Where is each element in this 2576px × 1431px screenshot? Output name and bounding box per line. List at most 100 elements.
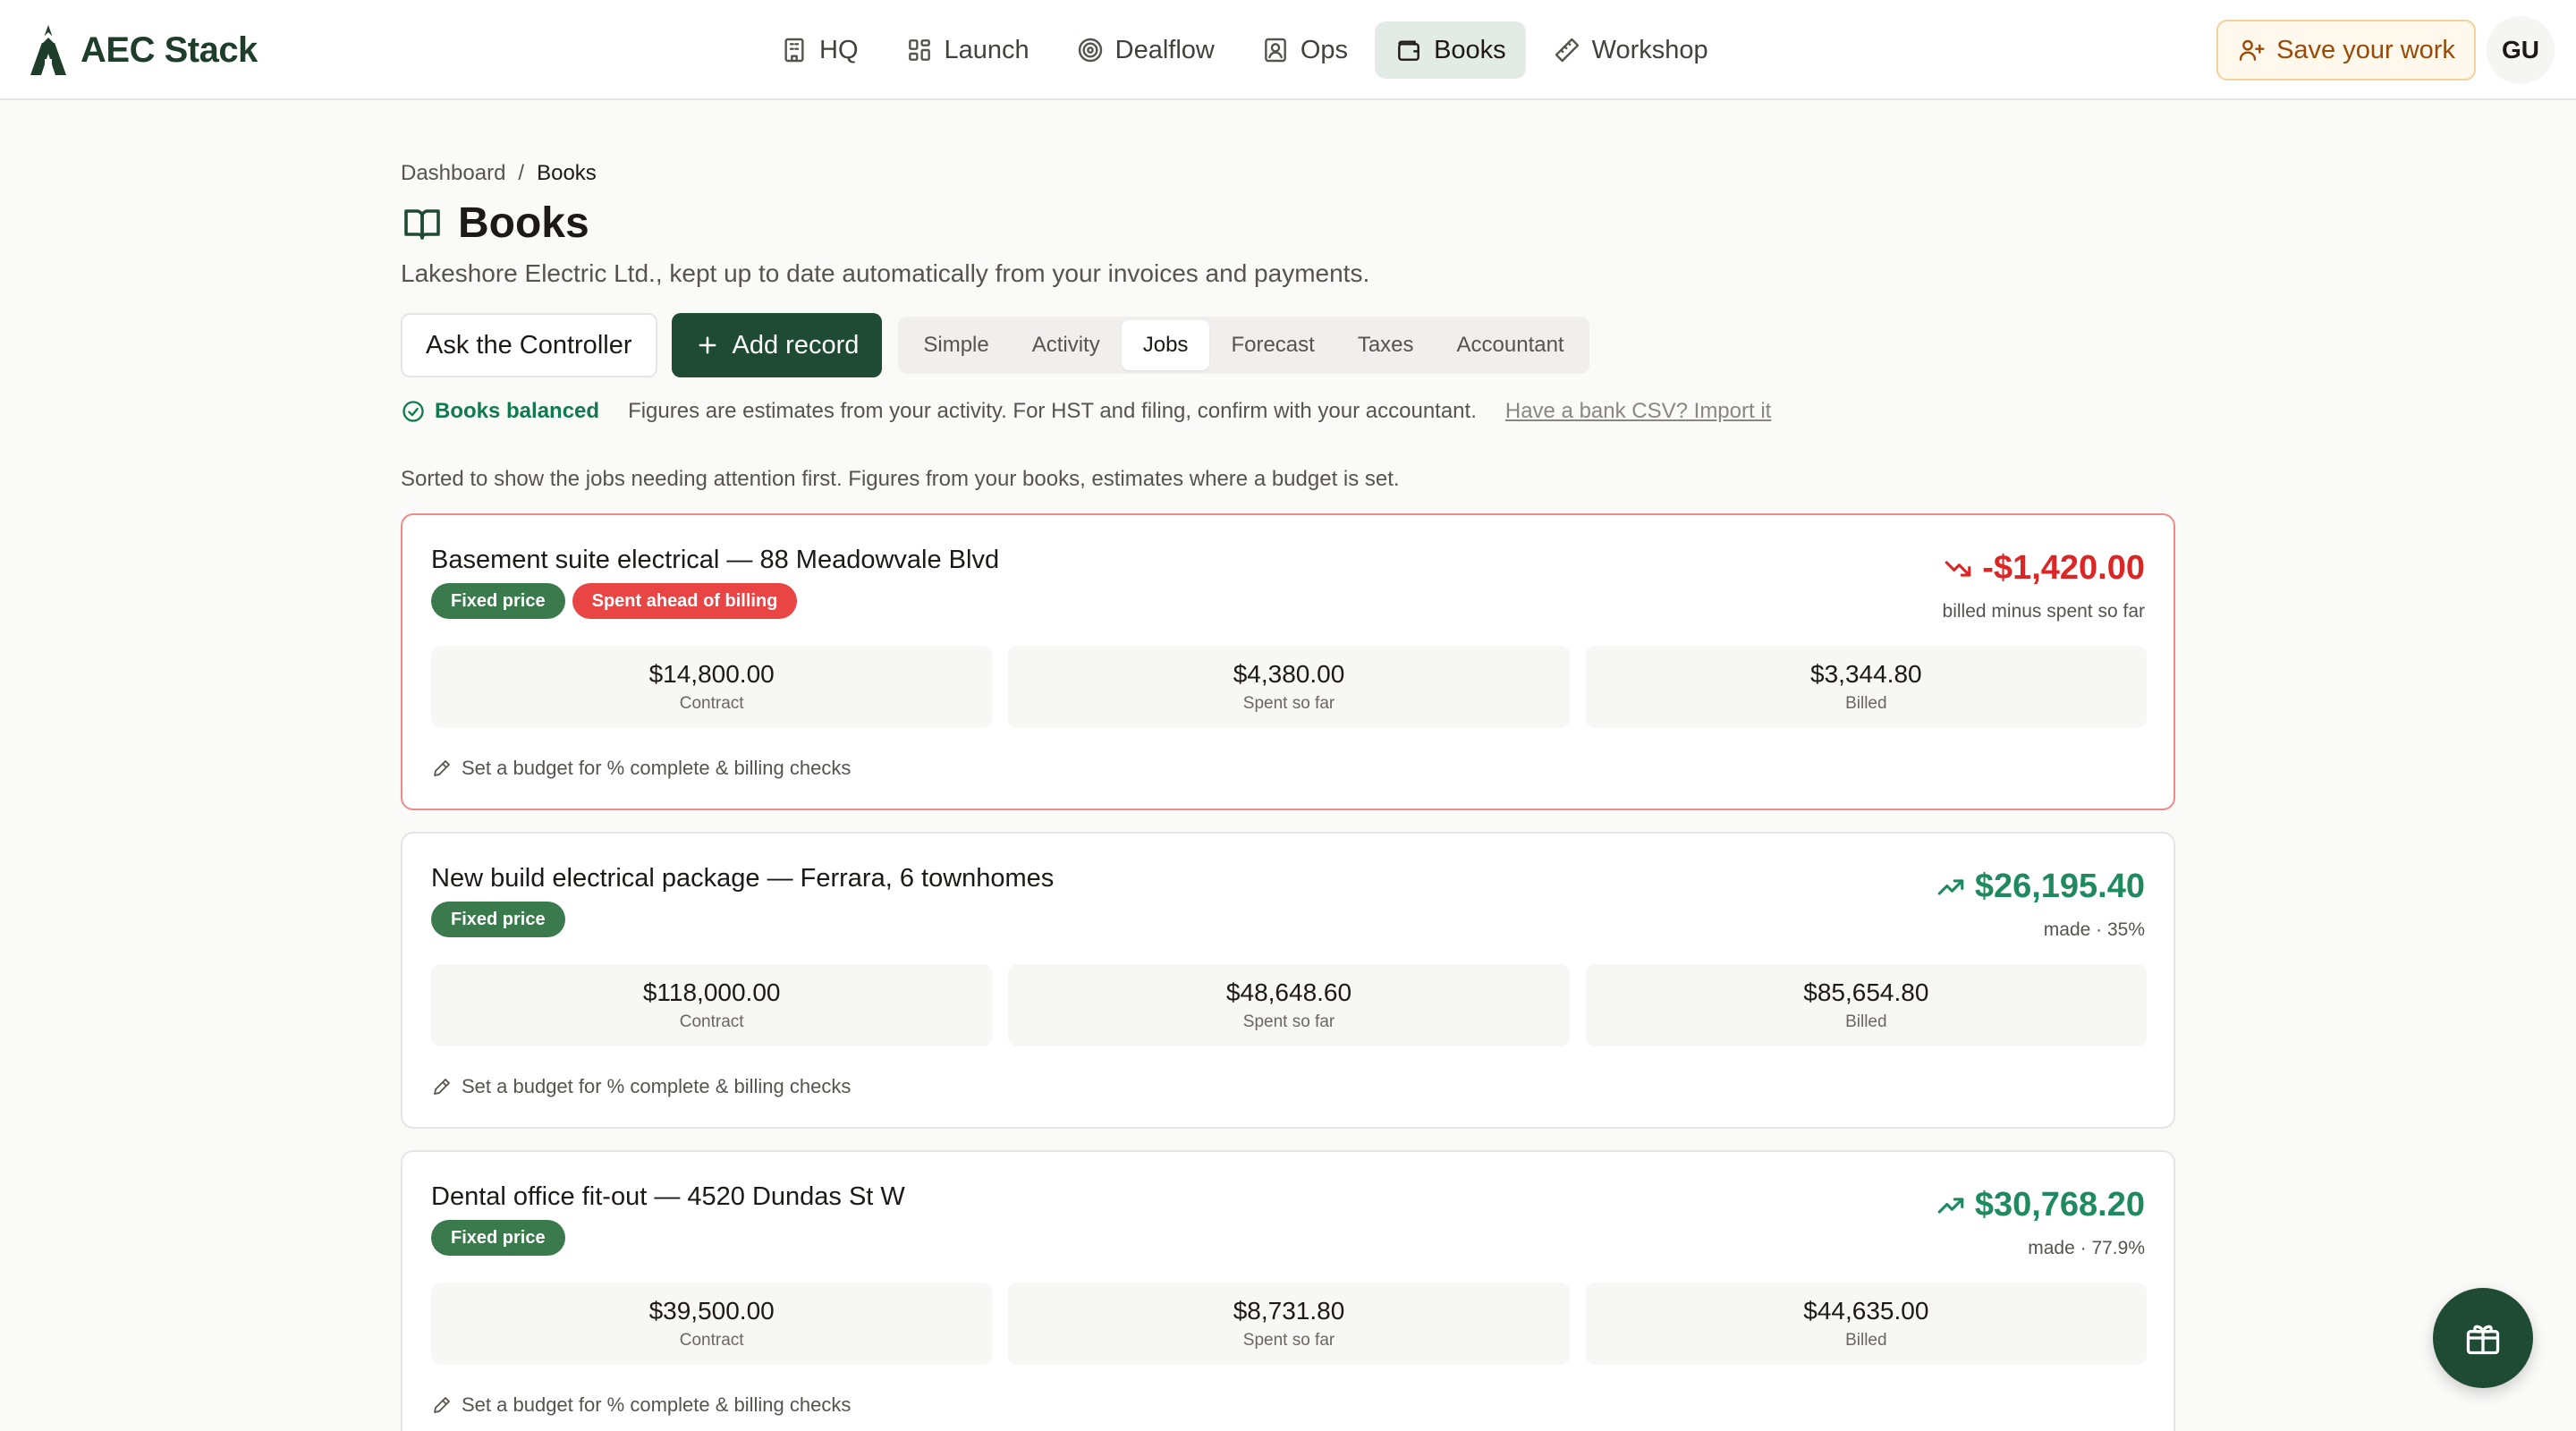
nav-item-hq[interactable]: HQ [760, 21, 878, 79]
building-icon [780, 36, 809, 64]
set-budget-link[interactable]: Set a budget for % complete & billing ch… [431, 757, 851, 780]
balanced-label: Books balanced [435, 399, 600, 423]
spent-value: $4,380.00 [1233, 660, 1345, 688]
profit-value: -$1,420.00 [1982, 549, 2145, 587]
breadcrumb-separator: / [518, 161, 525, 185]
spent-label: Spent so far [1242, 1331, 1335, 1350]
brand[interactable]: AEC Stack [27, 21, 258, 79]
contract-stat: $118,000.00 Contract [431, 964, 993, 1046]
billed-label: Billed [1845, 1012, 1887, 1031]
job-title: New build electrical package — Ferrara, … [431, 864, 1055, 893]
nav-item-ops[interactable]: Ops [1241, 21, 1368, 79]
nav-item-launch[interactable]: Launch [886, 21, 1049, 79]
billed-value: $3,344.80 [1810, 660, 1922, 688]
ruler-icon [1553, 36, 1581, 64]
nav-item-workshop[interactable]: Workshop [1533, 21, 1728, 79]
tab-forecast[interactable]: Forecast [1209, 320, 1335, 370]
tab-activity[interactable]: Activity [1011, 320, 1122, 370]
contract-value: $39,500.00 [648, 1297, 775, 1325]
job-badges: Fixed price [431, 902, 565, 937]
job-card[interactable]: Basement suite electrical — 88 Meadowval… [401, 513, 2175, 810]
set-budget-link[interactable]: Set a budget for % complete & billing ch… [431, 1393, 851, 1417]
main-nav: HQ Launch Dealflow Ops Books Workshop [760, 21, 1728, 79]
user-avatar[interactable]: GU [2487, 16, 2555, 84]
set-budget-label: Set a budget for % complete & billing ch… [462, 757, 852, 779]
check-circle-icon [401, 399, 426, 424]
view-tabs: Simple Activity Jobs Forecast Taxes Acco… [898, 317, 1589, 374]
nav-item-dealflow[interactable]: Dealflow [1056, 21, 1234, 79]
user-plus-icon [2237, 36, 2266, 64]
tab-accountant[interactable]: Accountant [1436, 320, 1586, 370]
nav-item-label: Launch [944, 35, 1030, 64]
save-your-work-button[interactable]: Save your work [2216, 20, 2476, 80]
profit-caption: made · 77.9% [2028, 1238, 2145, 1258]
billed-stat: $85,654.80 Billed [1585, 964, 2147, 1046]
nav-item-label: Ops [1300, 35, 1349, 64]
contract-stat: $14,800.00 Contract [431, 646, 993, 728]
save-button-label: Save your work [2276, 35, 2455, 64]
gift-icon [2463, 1318, 2503, 1358]
import-csv-link[interactable]: Have a bank CSV? Import it [1505, 399, 1771, 424]
job-stats: $14,800.00 Contract $4,380.00 Spent so f… [431, 646, 2147, 728]
spent-label: Spent so far [1242, 1012, 1335, 1031]
tab-jobs[interactable]: Jobs [1121, 320, 1210, 370]
contract-value: $14,800.00 [648, 660, 775, 688]
job-card[interactable]: Dental office fit-out — 4520 Dundas St W… [401, 1150, 2175, 1431]
page-subtitle: Lakeshore Electric Ltd., kept up to date… [401, 259, 1370, 287]
target-icon [1076, 36, 1105, 64]
tab-simple[interactable]: Simple [902, 320, 1010, 370]
add-record-button[interactable]: Add record [671, 313, 883, 377]
plus-icon [695, 333, 720, 358]
pencil-icon [431, 758, 453, 779]
contract-stat: $39,500.00 Contract [431, 1283, 993, 1365]
trending-up-icon [1936, 872, 1966, 902]
books-status: Books balanced Figures are estimates fro… [401, 399, 1771, 424]
fixed-price-badge: Fixed price [431, 583, 565, 619]
nav-item-label: Workshop [1591, 35, 1708, 64]
contract-label: Contract [679, 1012, 744, 1031]
ask-controller-button[interactable]: Ask the Controller [401, 313, 657, 377]
pencil-icon [431, 1394, 453, 1416]
spent-stat: $4,380.00 Spent so far [1008, 646, 1570, 728]
set-budget-link[interactable]: Set a budget for % complete & billing ch… [431, 1075, 851, 1098]
profit-caption: billed minus spent so far [1942, 601, 2145, 622]
job-profit: $30,768.20 [1936, 1186, 2145, 1224]
job-stats: $39,500.00 Contract $8,731.80 Spent so f… [431, 1283, 2147, 1365]
wallet-icon [1394, 36, 1423, 64]
set-budget-label: Set a budget for % complete & billing ch… [462, 1075, 852, 1097]
profit-value: $26,195.40 [1974, 868, 2145, 905]
profit-value: $30,768.20 [1974, 1186, 2145, 1224]
fixed-price-badge: Fixed price [431, 902, 565, 937]
nav-item-label: Dealflow [1114, 35, 1215, 64]
billed-label: Billed [1845, 1331, 1887, 1350]
contract-label: Contract [679, 1331, 744, 1350]
nav-item-label: HQ [819, 35, 859, 64]
job-badges: Fixed price Spent ahead of billing [431, 583, 798, 619]
trending-up-icon [1936, 1190, 1966, 1221]
job-title: Dental office fit-out — 4520 Dundas St W [431, 1182, 905, 1211]
job-card[interactable]: New build electrical package — Ferrara, … [401, 832, 2175, 1129]
nav-item-books[interactable]: Books [1375, 21, 1526, 79]
spent-stat: $48,648.60 Spent so far [1008, 964, 1570, 1046]
spent-value: $8,731.80 [1233, 1297, 1345, 1325]
billed-stat: $3,344.80 Billed [1585, 646, 2147, 728]
breadcrumb: Dashboard / Books [401, 161, 597, 186]
job-profit: -$1,420.00 [1943, 549, 2145, 588]
spent-stat: $8,731.80 Spent so far [1008, 1283, 1570, 1365]
gift-fab-button[interactable] [2433, 1288, 2533, 1388]
billed-value: $85,654.80 [1803, 978, 1929, 1006]
breadcrumb-current: Books [537, 161, 597, 185]
job-title: Basement suite electrical — 88 Meadowval… [431, 546, 1000, 574]
fixed-price-badge: Fixed price [431, 1220, 565, 1256]
breadcrumb-dashboard[interactable]: Dashboard [401, 161, 505, 186]
estimate-note: Figures are estimates from your activity… [628, 399, 1477, 423]
spent-value: $48,648.60 [1225, 978, 1352, 1006]
aec-stack-logo-icon [27, 23, 70, 77]
billed-value: $44,635.00 [1803, 1297, 1929, 1325]
job-profit: $26,195.40 [1936, 868, 2145, 906]
billed-stat: $44,635.00 Billed [1585, 1283, 2147, 1365]
tab-taxes[interactable]: Taxes [1336, 320, 1436, 370]
contract-label: Contract [679, 694, 744, 713]
profit-caption: made · 35% [2043, 919, 2145, 940]
contract-value: $118,000.00 [642, 978, 781, 1006]
